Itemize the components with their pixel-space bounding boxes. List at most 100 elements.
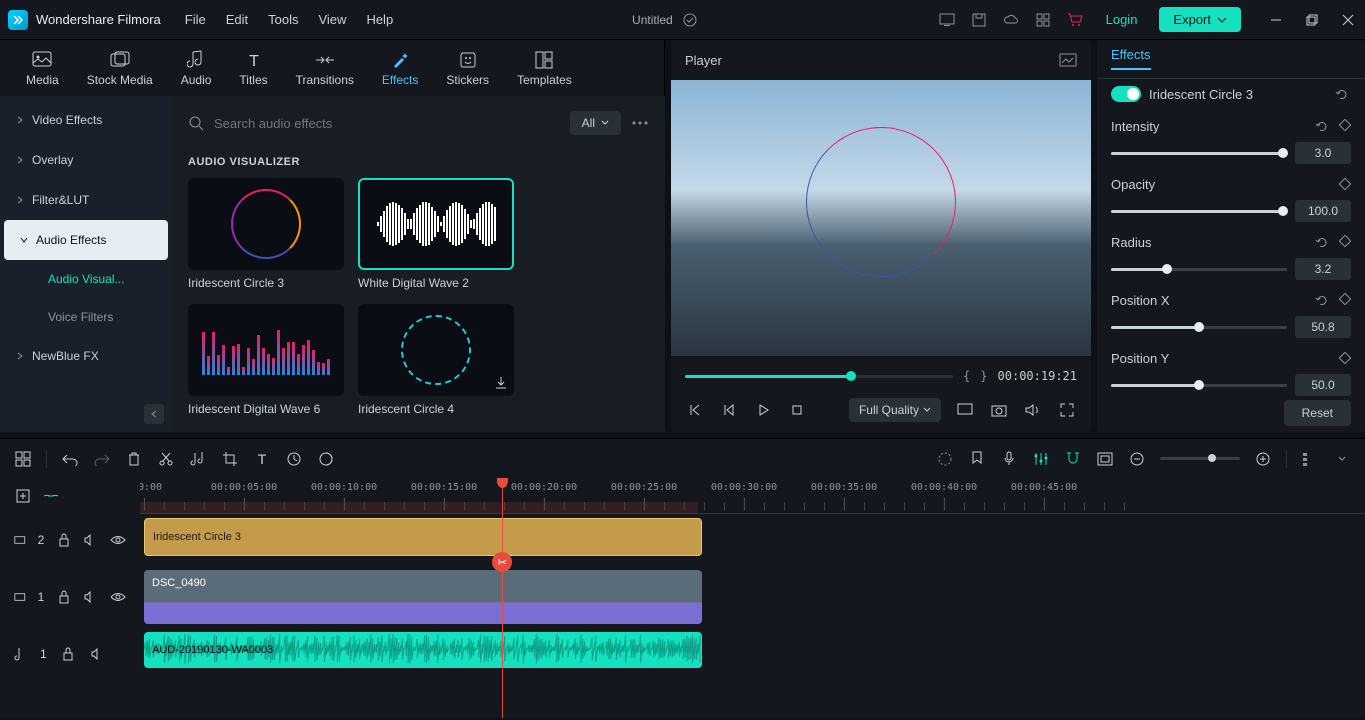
- reset-param-icon[interactable]: [1315, 293, 1329, 307]
- tab-stock-media[interactable]: Stock Media: [77, 45, 163, 91]
- undo-button[interactable]: [61, 450, 79, 468]
- record-button[interactable]: [1000, 450, 1018, 468]
- track-video[interactable]: DSC_0490: [140, 566, 1365, 628]
- menu-tools[interactable]: Tools: [268, 12, 298, 27]
- effect-thumbnail[interactable]: Iridescent Digital Wave 6: [188, 304, 344, 416]
- filter-dropdown[interactable]: All: [570, 111, 621, 135]
- prop-value-input[interactable]: [1295, 258, 1351, 280]
- add-track-button[interactable]: [14, 487, 32, 505]
- menu-view[interactable]: View: [318, 12, 346, 27]
- menu-help[interactable]: Help: [366, 12, 393, 27]
- visibility-icon[interactable]: [110, 531, 126, 549]
- mark-out-icon[interactable]: }: [980, 369, 987, 383]
- keyframe-icon[interactable]: [1339, 119, 1351, 133]
- save-icon[interactable]: [970, 11, 988, 29]
- tab-media[interactable]: Media: [16, 45, 69, 91]
- render-button[interactable]: [936, 450, 954, 468]
- timeline-tracks-area[interactable]: :00:0000:00:05:0000:00:10:0000:00:15:000…: [140, 478, 1365, 718]
- tab-audio[interactable]: Audio: [171, 45, 222, 91]
- sidebar-sub-voice-filters[interactable]: Voice Filters: [0, 298, 172, 336]
- login-button[interactable]: Login: [1098, 8, 1146, 31]
- lock-icon[interactable]: [56, 531, 71, 549]
- prop-value-input[interactable]: [1295, 200, 1351, 222]
- tab-titles[interactable]: TTitles: [229, 45, 277, 91]
- sidebar-item-filter-lut[interactable]: Filter&LUT: [0, 180, 172, 220]
- prop-value-input[interactable]: [1295, 142, 1351, 164]
- playhead[interactable]: ✂: [502, 478, 503, 718]
- view-options-button[interactable]: [1301, 450, 1319, 468]
- sidebar-item-overlay[interactable]: Overlay: [0, 140, 172, 180]
- speed-button[interactable]: [285, 450, 303, 468]
- reset-param-icon[interactable]: [1315, 119, 1329, 133]
- quality-dropdown[interactable]: Full Quality: [849, 398, 941, 422]
- clip-audio[interactable]: AUD-20190130-WA0003: [144, 632, 702, 668]
- prop-slider[interactable]: [1111, 268, 1287, 271]
- more-options-icon[interactable]: [631, 114, 649, 132]
- tab-stickers[interactable]: Stickers: [436, 45, 499, 91]
- prop-slider[interactable]: [1111, 152, 1287, 155]
- apps-icon[interactable]: [1034, 11, 1052, 29]
- download-icon[interactable]: [494, 376, 508, 390]
- reset-param-icon[interactable]: [1315, 235, 1329, 249]
- reset-all-icon[interactable]: [1333, 85, 1351, 103]
- fullscreen-icon[interactable]: [1057, 400, 1077, 420]
- clip-effect[interactable]: Iridescent Circle 3: [144, 518, 702, 556]
- sidebar-item-video-effects[interactable]: Video Effects: [0, 100, 172, 140]
- prop-value-input[interactable]: [1295, 374, 1351, 396]
- tab-effects[interactable]: Effects: [372, 45, 428, 91]
- lock-icon[interactable]: [56, 588, 71, 606]
- mute-icon[interactable]: [89, 645, 107, 663]
- camera-icon[interactable]: [989, 400, 1009, 420]
- reset-button[interactable]: Reset: [1284, 400, 1351, 426]
- cart-icon[interactable]: [1066, 11, 1084, 29]
- effect-thumbnail[interactable]: White Digital Wave 2: [358, 178, 514, 290]
- step-back-button[interactable]: [719, 400, 739, 420]
- redo-button[interactable]: [93, 450, 111, 468]
- track-effect[interactable]: Iridescent Circle 3: [140, 514, 1365, 566]
- tab-transitions[interactable]: Transitions: [286, 45, 364, 91]
- zoom-in-button[interactable]: [1254, 450, 1272, 468]
- display-icon[interactable]: [955, 400, 975, 420]
- volume-icon[interactable]: [1023, 400, 1043, 420]
- visibility-icon[interactable]: [110, 588, 126, 606]
- keyframe-icon[interactable]: [1339, 235, 1351, 249]
- link-button[interactable]: [42, 487, 60, 505]
- delete-button[interactable]: [125, 450, 143, 468]
- prop-slider[interactable]: [1111, 326, 1287, 329]
- keyframe-icon[interactable]: [1339, 352, 1351, 364]
- marker-button[interactable]: [968, 450, 986, 468]
- text-button[interactable]: T: [253, 450, 271, 468]
- device-icon[interactable]: [938, 11, 956, 29]
- mixer-button[interactable]: [1032, 450, 1050, 468]
- sidebar-sub-audio-visualizer[interactable]: Audio Visual...: [0, 260, 172, 298]
- keyframe-icon[interactable]: [1339, 178, 1351, 190]
- color-button[interactable]: [317, 450, 335, 468]
- collapse-sidebar-button[interactable]: [144, 404, 164, 424]
- prop-slider[interactable]: [1111, 210, 1287, 213]
- zoom-slider[interactable]: [1160, 457, 1240, 460]
- tab-templates[interactable]: Templates: [507, 45, 582, 91]
- mark-in-icon[interactable]: {: [963, 369, 970, 383]
- dropdown-icon[interactable]: [1333, 450, 1351, 468]
- player-viewport[interactable]: [671, 80, 1091, 356]
- effect-thumbnail[interactable]: Iridescent Circle 3: [188, 178, 344, 290]
- seek-bar[interactable]: [685, 375, 953, 378]
- snapshot-mode-icon[interactable]: [1059, 51, 1077, 69]
- mute-icon[interactable]: [83, 588, 98, 606]
- keyframe-icon[interactable]: [1339, 293, 1351, 307]
- audio-edit-button[interactable]: [189, 450, 207, 468]
- lock-icon[interactable]: [59, 645, 77, 663]
- split-button[interactable]: [157, 450, 175, 468]
- maximize-button[interactable]: [1303, 11, 1321, 29]
- save-status-icon[interactable]: [681, 11, 699, 29]
- export-button[interactable]: Export: [1159, 7, 1241, 32]
- toggle-track-button[interactable]: [14, 450, 32, 468]
- effect-toggle[interactable]: [1111, 86, 1141, 102]
- zoom-out-button[interactable]: [1128, 450, 1146, 468]
- menu-edit[interactable]: Edit: [226, 12, 248, 27]
- close-button[interactable]: [1339, 11, 1357, 29]
- timeline-ruler[interactable]: :00:0000:00:05:0000:00:10:0000:00:15:000…: [140, 478, 1365, 514]
- cloud-icon[interactable]: [1002, 11, 1020, 29]
- prev-frame-button[interactable]: [685, 400, 705, 420]
- play-button[interactable]: [753, 400, 773, 420]
